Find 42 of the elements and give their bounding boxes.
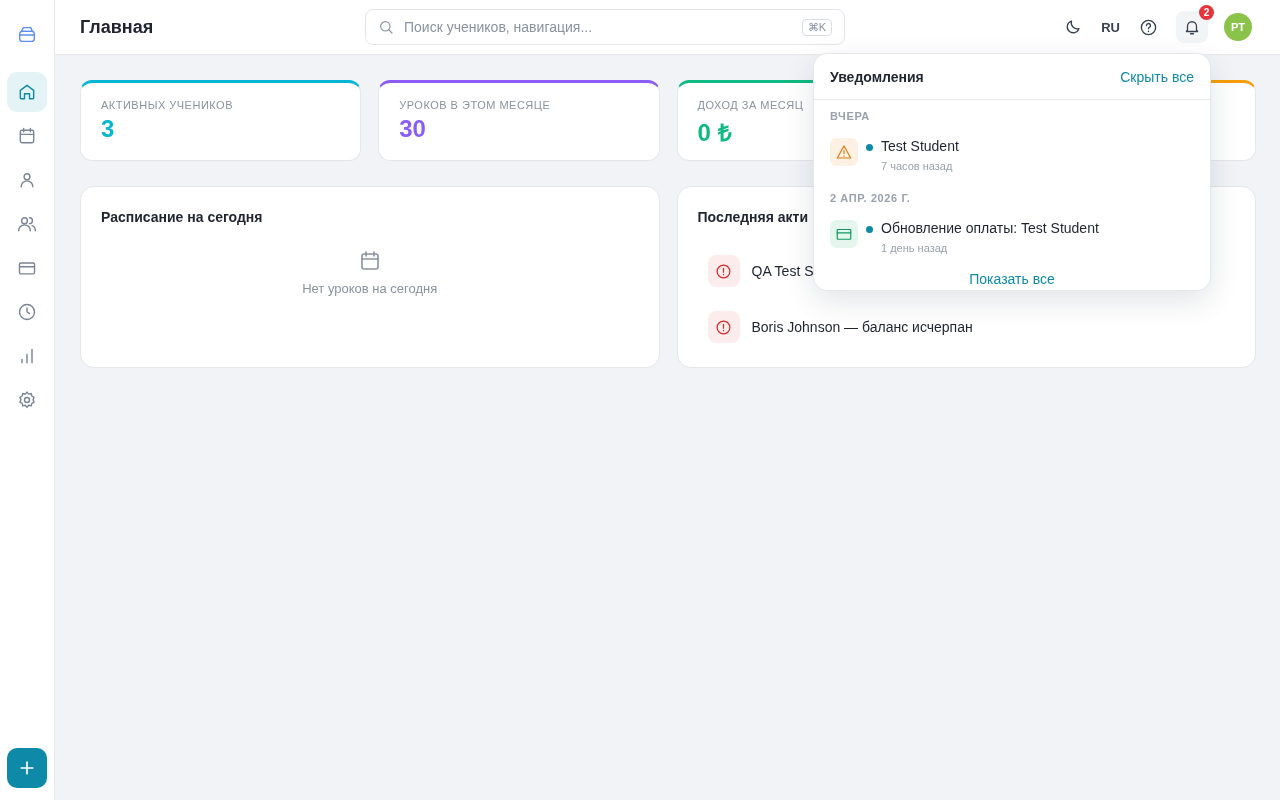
empty-message: Нет уроков на сегодня <box>302 281 438 296</box>
page-title: Главная <box>80 16 155 38</box>
add-button[interactable] <box>7 748 47 788</box>
search-icon <box>378 19 394 35</box>
warning-icon <box>835 143 853 161</box>
card-title: Расписание на сегодня <box>101 209 264 225</box>
hide-all-link[interactable]: Скрыть все <box>1120 68 1194 85</box>
activity-text: Boris Johnson — баланс исчерпан <box>751 319 973 335</box>
calendar-icon <box>17 126 37 146</box>
nav-item[interactable] <box>7 72 47 112</box>
notification-item[interactable]: Обновление оплаты: Test Student 1 день назад <box>814 212 1210 264</box>
alert-icon <box>715 318 732 336</box>
moon-icon <box>1064 18 1083 36</box>
notification-item[interactable]: Test Student 7 часов назад <box>814 130 1210 182</box>
notification-title: Обновление оплаты: Test Student <box>881 220 1099 236</box>
stat-value: 30 <box>399 115 426 143</box>
date-heading: ВЧЕРА <box>829 109 871 124</box>
avatar[interactable]: PT <box>1224 13 1252 41</box>
clock-icon <box>17 302 37 322</box>
language-button[interactable]: RU <box>1101 19 1120 35</box>
notification-time: 1 день назад <box>881 242 949 254</box>
panel-title: Уведомления <box>830 68 924 85</box>
stat-value: 0 ₺ <box>697 118 732 148</box>
stat-label: АКТИВНЫХ УЧЕНИКОВ <box>101 99 233 111</box>
stat-label: УРОКОВ В ЭТОМ МЕСЯЦЕ <box>399 99 551 111</box>
search-field[interactable]: Поиск учеников, навигация... ⌘K <box>365 9 845 45</box>
settings-icon <box>17 390 37 410</box>
home-icon <box>17 82 37 102</box>
bell-icon <box>1183 18 1201 36</box>
shortcut-hint: ⌘K <box>801 18 832 36</box>
notification-badge: 2 <box>1199 5 1214 20</box>
card-title: Последняя акти <box>697 209 810 225</box>
help-icon <box>1138 17 1158 37</box>
stat-value: 3 <box>101 115 115 143</box>
notification-title: Test Student <box>881 138 959 154</box>
alert-icon <box>715 262 732 280</box>
people-icon <box>17 214 37 234</box>
date-heading: 2 АПР. 2026 Г. <box>829 191 912 206</box>
stat-label: ДОХОД ЗА МЕСЯЦ <box>697 99 804 111</box>
notification-time: 7 часов назад <box>881 160 954 172</box>
activity-text: QA Test S <box>751 263 814 279</box>
show-all-link[interactable]: Показать все <box>969 271 1055 287</box>
